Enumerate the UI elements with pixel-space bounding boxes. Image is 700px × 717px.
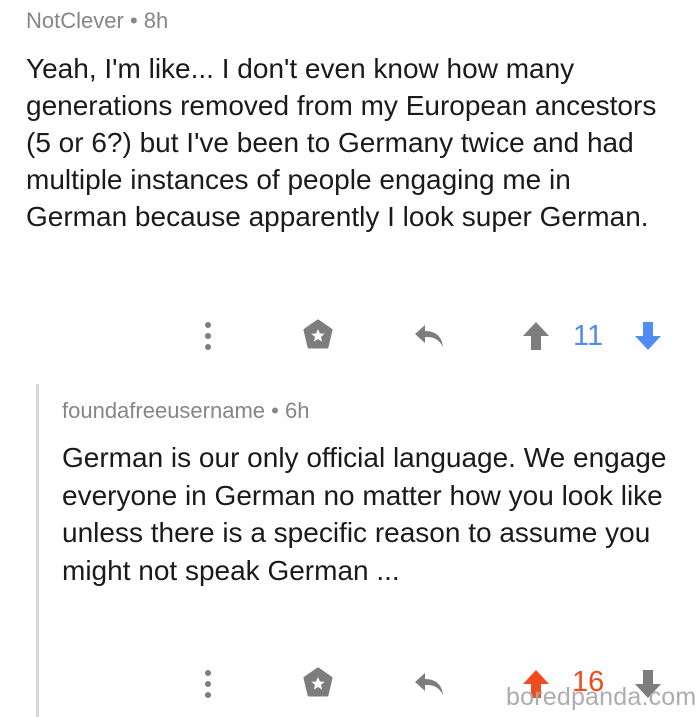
more-options-button[interactable] — [188, 664, 228, 704]
comment-score: 11 — [573, 320, 604, 352]
upvote-arrow-icon — [523, 322, 549, 350]
comment-action-bar: 11 — [0, 316, 700, 356]
comment-meta: NotClever • 8h — [26, 8, 168, 34]
downvote-arrow-icon — [635, 322, 661, 350]
meta-separator: • — [271, 398, 279, 423]
award-icon — [303, 319, 333, 349]
comment-body: Yeah, I'm like... I don't even know how … — [26, 53, 657, 232]
reply-button[interactable] — [406, 316, 452, 356]
meta-separator: • — [129, 8, 138, 33]
reply-icon — [415, 673, 443, 695]
comment-time: 8h — [143, 8, 169, 33]
more-vertical-icon — [205, 322, 211, 350]
award-button[interactable] — [296, 316, 340, 356]
award-icon — [303, 667, 333, 697]
reply-time: 6h — [284, 398, 310, 423]
comment-thread: NotClever • 8h Yeah, I'm like... I don't… — [0, 0, 700, 717]
comment-username[interactable]: NotClever — [26, 8, 124, 33]
reply-meta: foundafreeusername • 6h — [62, 398, 309, 424]
more-vertical-icon — [205, 670, 211, 698]
watermark-text: boredpanda.com — [506, 683, 697, 711]
downvote-button[interactable] — [628, 316, 668, 356]
comment-card: NotClever • 8h Yeah, I'm like... I don't… — [0, 0, 700, 372]
reply-icon — [415, 325, 443, 347]
more-options-button[interactable] — [188, 316, 228, 356]
reply-body: German is our only official language. We… — [62, 442, 667, 586]
award-button[interactable] — [296, 664, 340, 704]
reply-username[interactable]: foundafreeusername — [62, 398, 265, 423]
upvote-button[interactable] — [516, 316, 556, 356]
reply-button[interactable] — [406, 664, 452, 704]
